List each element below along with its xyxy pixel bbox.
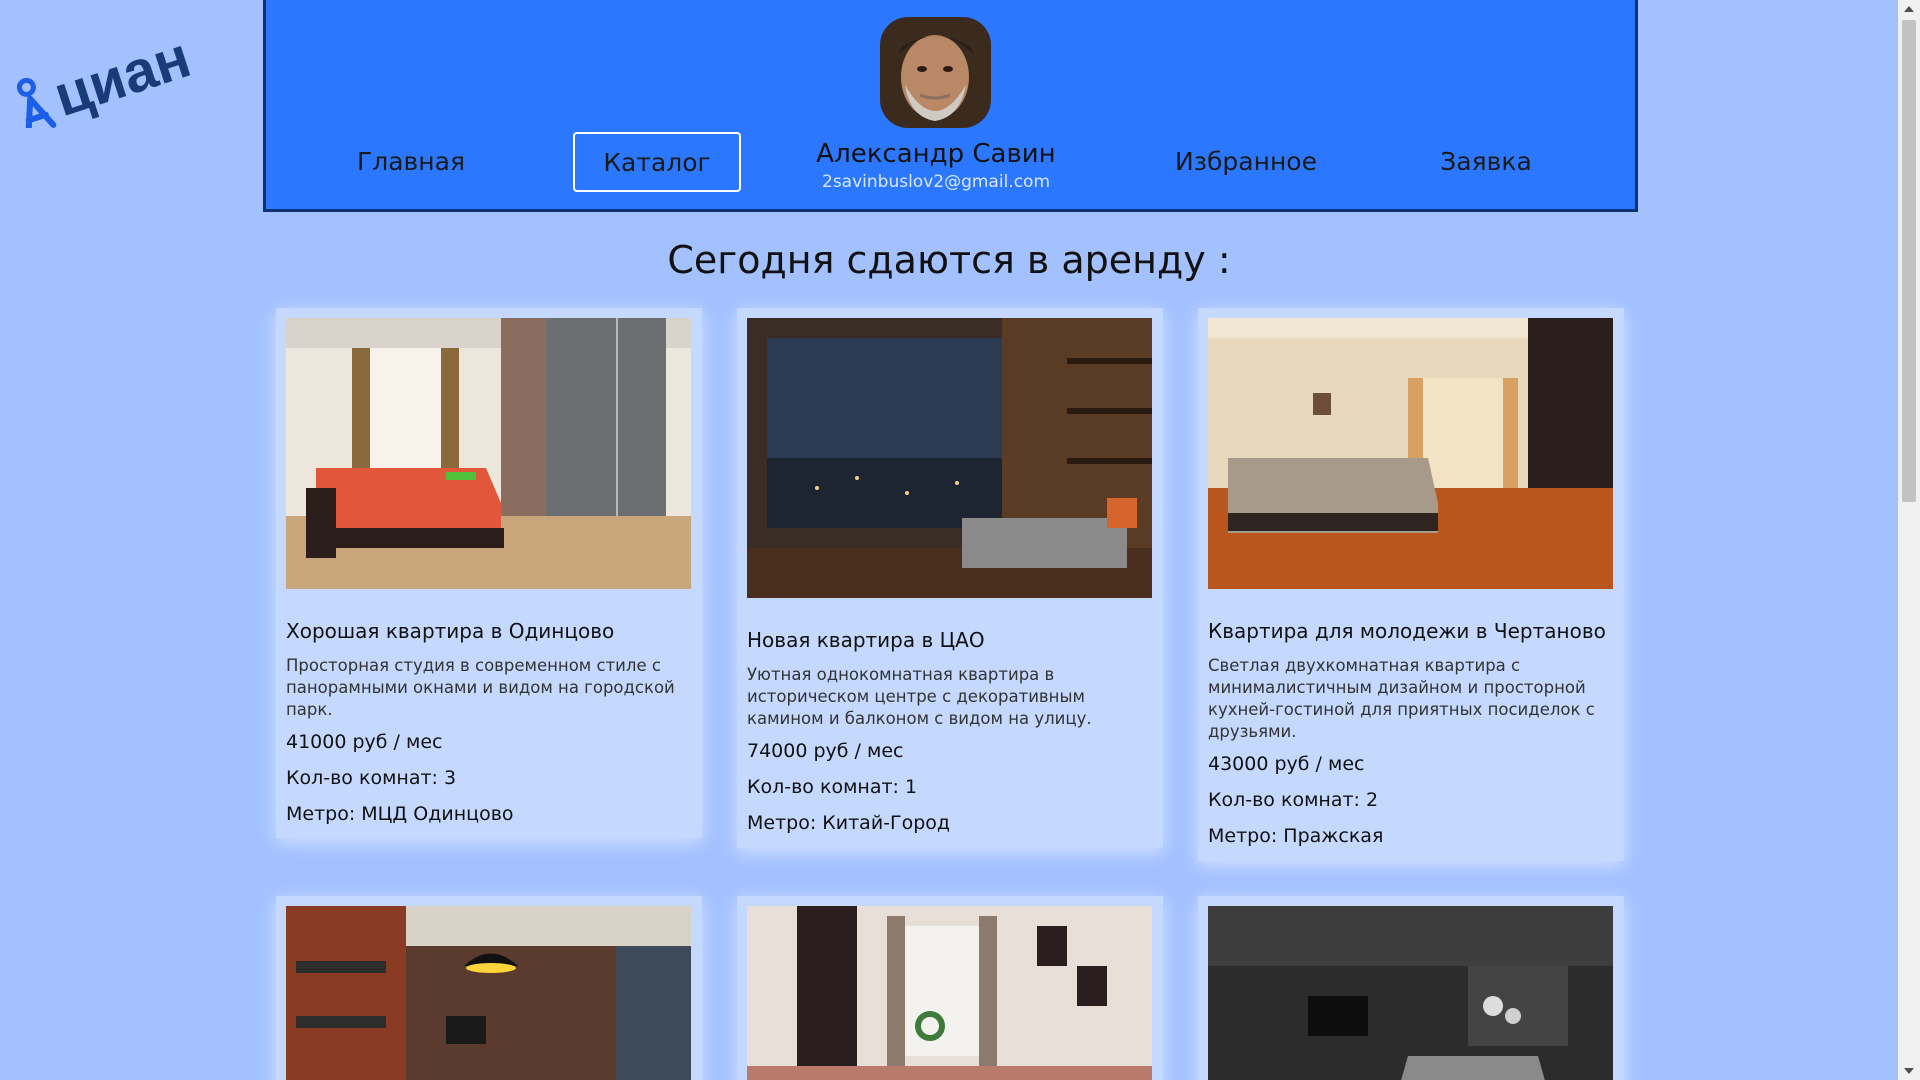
listing-description: Просторная студия в современном стиле с … (286, 656, 675, 719)
listing-price: 74000 руб / мес (747, 740, 904, 762)
listing-description: Уютная однокомнатная квартира в историче… (747, 665, 1092, 728)
listing-photo[interactable] (286, 318, 691, 589)
listing-title: Новая квартира в ЦАО (747, 628, 985, 652)
listing-metro: Метро: МЦД Одинцово (286, 803, 514, 825)
page-scrollbar[interactable] (1898, 0, 1920, 1080)
listing-price: 41000 руб / мес (286, 731, 443, 753)
map-pin-person-icon: циан (16, 24, 198, 136)
listing-rooms: Кол-во комнат: 2 (1208, 789, 1379, 811)
scroll-thumb[interactable] (1902, 20, 1916, 502)
listing-card[interactable] (737, 896, 1163, 1080)
user-avatar[interactable] (880, 17, 991, 128)
listing-photo[interactable] (747, 318, 1152, 598)
apartment-living-room-photo (1208, 318, 1613, 589)
listing-metro: Метро: Пражская (1208, 825, 1384, 847)
listing-card[interactable]: Новая квартира в ЦАО Уютная однокомнатна… (737, 308, 1163, 848)
user-name: Александр Савин (816, 139, 1056, 169)
listing-price: 43000 руб / мес (1208, 753, 1365, 775)
floral-bedroom-photo (747, 906, 1152, 1080)
user-email: 2savinbuslov2@gmail.com (822, 172, 1050, 192)
listing-card[interactable] (276, 896, 702, 1080)
listing-card[interactable]: Квартира для молодежи в Чертаново Светла… (1198, 308, 1624, 861)
listing-rooms: Кол-во комнат: 3 (286, 767, 457, 789)
page: циан Главная Каталог Александр Савин 2sa… (0, 0, 1920, 1080)
top-header: Главная Каталог Александр Савин 2savinbu… (263, 0, 1638, 212)
listing-description: Светлая двухкомнатная квартира с минимал… (1208, 656, 1595, 741)
listing-photo[interactable] (286, 906, 691, 1080)
listing-card[interactable] (1198, 896, 1624, 1080)
nav-catalog-button[interactable]: Каталог (573, 132, 741, 192)
listing-photo[interactable] (747, 906, 1152, 1080)
loft-room-photo (286, 906, 691, 1080)
nav-home-link[interactable]: Главная (316, 132, 506, 190)
dark-living-room-photo (1208, 906, 1613, 1080)
nav-order-link[interactable]: Заявка (1406, 132, 1566, 190)
cian-logo[interactable]: циан (4, 8, 198, 136)
scroll-up-arrow-icon[interactable] (1898, 0, 1920, 18)
listing-photo[interactable] (1208, 906, 1613, 1080)
listing-title: Хорошая квартира в Одинцово (286, 619, 615, 643)
logo-text: циан (46, 24, 194, 128)
listing-card[interactable]: Хорошая квартира в Одинцово Просторная с… (276, 308, 702, 838)
listing-photo[interactable] (1208, 318, 1613, 589)
listing-title: Квартира для молодежи в Чертаново (1208, 619, 1606, 643)
living-room-photo (747, 318, 1152, 598)
listing-metro: Метро: Китай-Город (747, 812, 951, 834)
nav-favorites-link[interactable]: Избранное (1146, 132, 1346, 190)
avatar-photo (880, 17, 991, 128)
section-title: Сегодня сдаются в аренду : (667, 238, 1231, 282)
bedroom-photo (286, 318, 691, 589)
scroll-down-arrow-icon[interactable] (1898, 1062, 1920, 1080)
listing-rooms: Кол-во комнат: 1 (747, 776, 918, 798)
